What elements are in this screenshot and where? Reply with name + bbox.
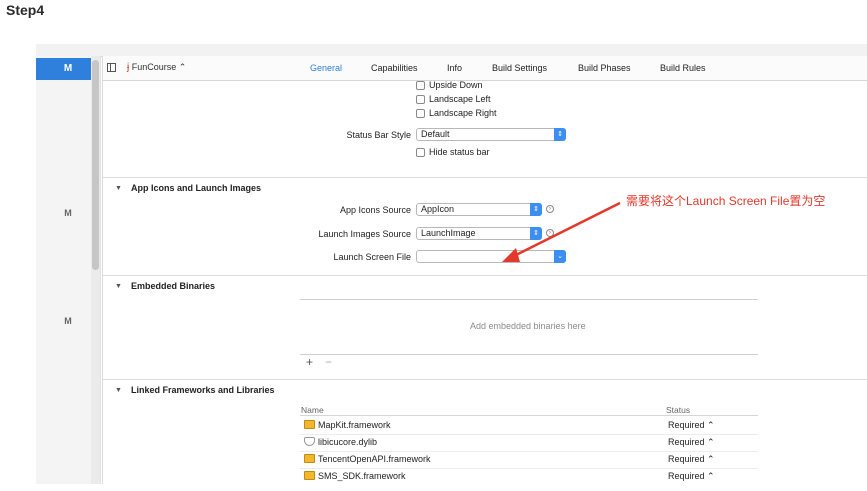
annotation-arrow [502,201,621,262]
annotation-text: 需要将这个Launch Screen File置为空 [626,194,826,208]
